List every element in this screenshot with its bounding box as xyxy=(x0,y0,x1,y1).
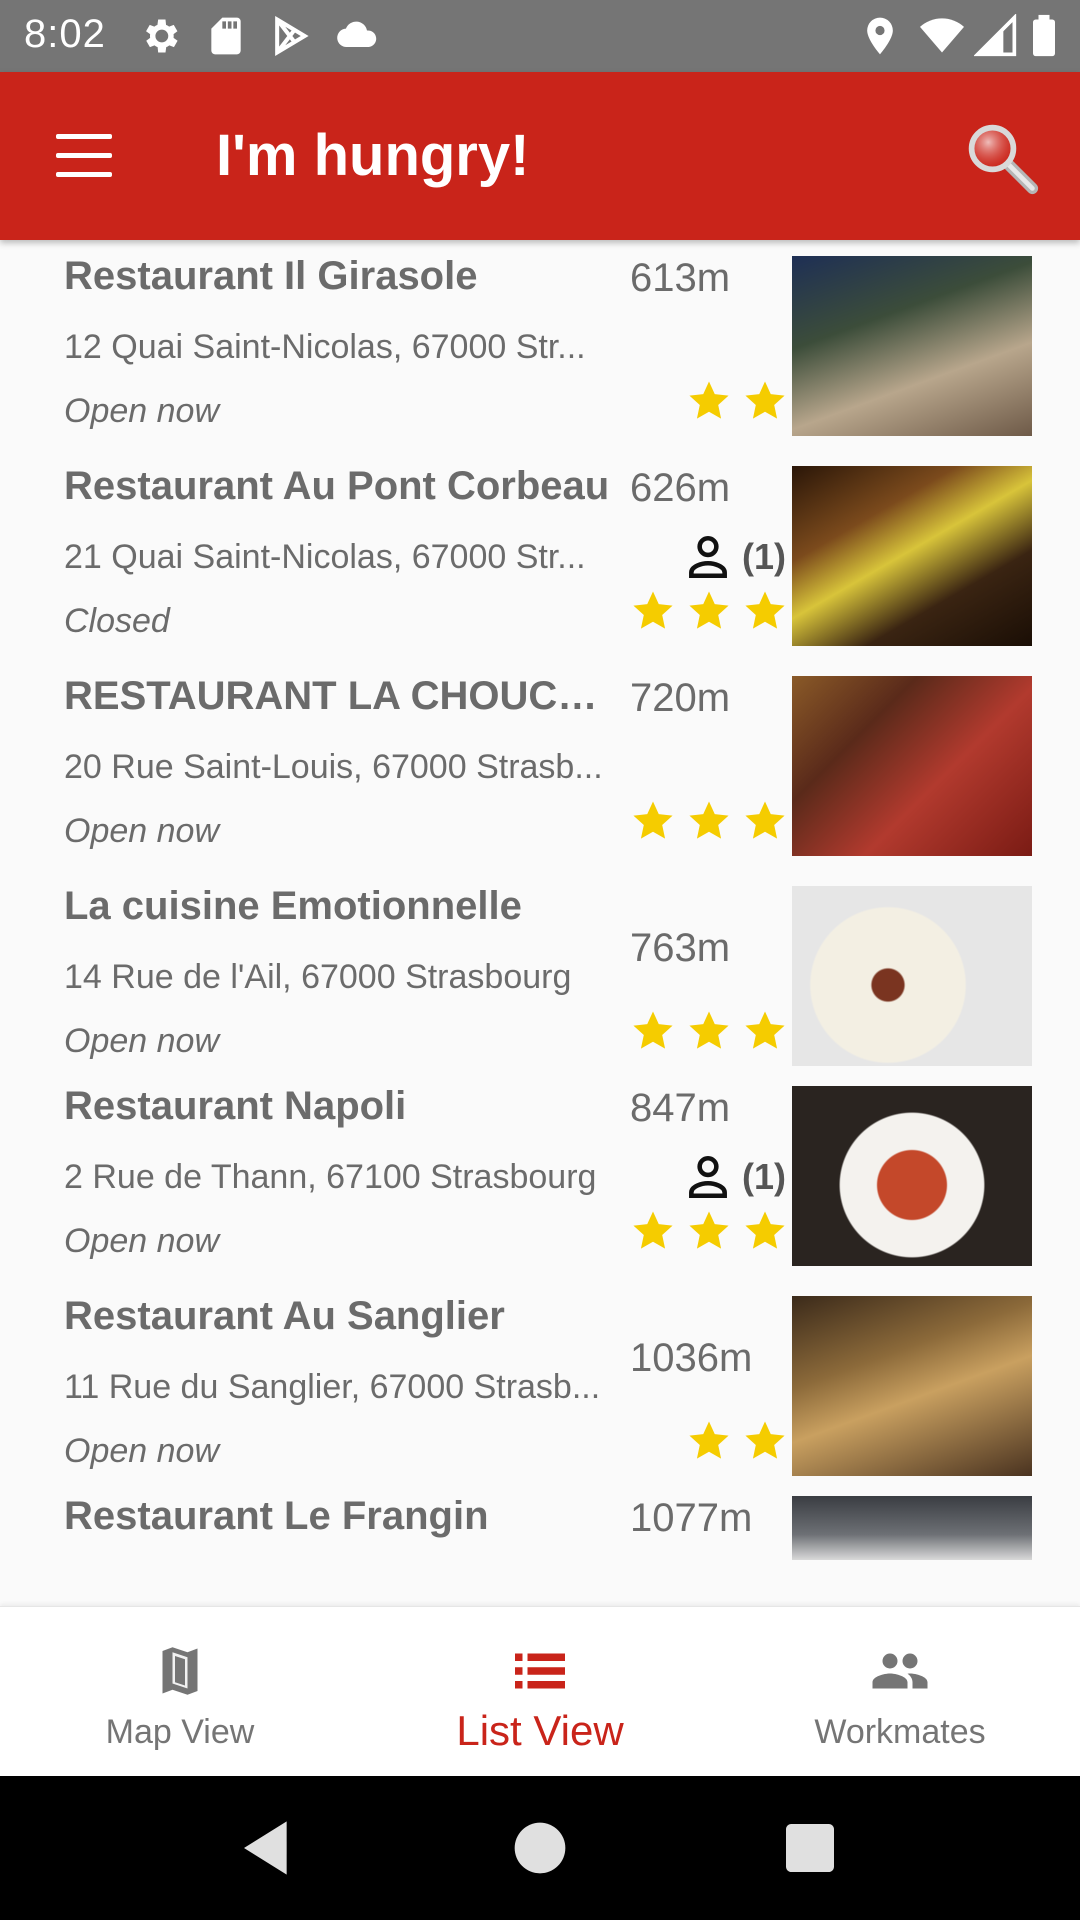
nav-map-view[interactable]: Map View xyxy=(0,1607,360,1777)
star-icon xyxy=(742,378,788,424)
play-store-icon xyxy=(275,15,309,57)
restaurant-list-item[interactable]: La cuisine Emotionnelle 14 Rue de l'Ail, … xyxy=(0,872,1080,1066)
restaurant-photo xyxy=(792,1086,1032,1266)
list-icon xyxy=(515,1653,565,1689)
restaurant-distance: 763m xyxy=(630,926,731,970)
star-icon xyxy=(686,1208,732,1254)
rating-stars xyxy=(686,1418,788,1464)
star-icon xyxy=(742,1418,788,1464)
workmate-icon xyxy=(689,535,727,579)
restaurant-photo xyxy=(792,256,1032,436)
hamburger-menu-icon[interactable] xyxy=(56,134,112,178)
restaurant-list-item[interactable]: Restaurant Il Girasole 12 Quai Saint-Nico… xyxy=(0,242,1080,436)
restaurant-name: Restaurant Napoli xyxy=(64,1084,407,1128)
star-icon xyxy=(686,1008,732,1054)
people-icon xyxy=(872,1653,928,1689)
restaurant-distance: 626m xyxy=(630,466,731,510)
battery-icon xyxy=(1033,14,1055,57)
star-icon xyxy=(742,588,788,634)
star-icon xyxy=(630,588,676,634)
cloud-icon xyxy=(337,21,377,48)
restaurant-hours: Open now xyxy=(64,812,219,850)
map-icon xyxy=(162,1647,198,1695)
star-icon xyxy=(630,798,676,844)
restaurant-photo xyxy=(792,1296,1032,1476)
restaurant-name: Restaurant Le Frangin xyxy=(64,1494,489,1538)
restaurant-hours: Closed xyxy=(64,602,170,640)
star-icon xyxy=(742,1008,788,1054)
wifi-icon xyxy=(920,18,964,53)
back-icon[interactable] xyxy=(236,1816,300,1880)
restaurant-address: 14 Rue de l'Ail, 67000 Strasbourg xyxy=(64,958,572,996)
workmates-count: (1) xyxy=(682,1152,786,1202)
restaurant-name: RESTAURANT LA CHOUCR... xyxy=(64,674,612,718)
status-time: 8:02 xyxy=(24,12,106,56)
restaurant-distance: 1036m xyxy=(630,1336,753,1380)
workmate-icon xyxy=(689,1155,727,1199)
restaurant-distance: 847m xyxy=(630,1086,731,1130)
rating-stars xyxy=(686,378,788,424)
workmates-count-label: (1) xyxy=(742,1156,786,1197)
bottom-navigation: Map View List View Workmates xyxy=(0,1606,1080,1776)
restaurant-photo xyxy=(792,466,1032,646)
restaurant-list-item[interactable]: RESTAURANT LA CHOUCR... 20 Rue Saint-Loui… xyxy=(0,662,1080,856)
recents-icon[interactable] xyxy=(778,1816,842,1880)
nav-label-map-view: Map View xyxy=(105,1713,255,1751)
restaurant-list-item[interactable]: Restaurant Le Frangin 1077m xyxy=(0,1482,1080,1606)
rating-stars xyxy=(630,1008,788,1054)
restaurant-address: 21 Quai Saint-Nicolas, 67000 Str... xyxy=(64,538,586,576)
restaurant-photo xyxy=(792,1496,1032,1560)
star-icon xyxy=(686,1418,732,1464)
workmates-count: (1) xyxy=(682,532,786,582)
restaurant-name: La cuisine Emotionnelle xyxy=(64,884,522,928)
restaurant-distance: 720m xyxy=(630,676,731,720)
star-icon xyxy=(686,588,732,634)
nav-label-workmates: Workmates xyxy=(814,1713,986,1751)
home-icon[interactable] xyxy=(508,1816,572,1880)
star-icon xyxy=(630,1208,676,1254)
restaurant-list[interactable]: Restaurant Il Girasole 12 Quai Saint-Nico… xyxy=(0,240,1080,1606)
search-icon[interactable] xyxy=(964,120,1040,196)
status-bar: 8:02 xyxy=(0,0,1080,72)
restaurant-address: 20 Rue Saint-Louis, 67000 Strasb... xyxy=(64,748,603,786)
app-bar: I'm hungry! xyxy=(0,72,1080,240)
sd-card-icon xyxy=(211,17,241,55)
rating-stars xyxy=(630,588,788,634)
star-icon xyxy=(630,1008,676,1054)
restaurant-photo xyxy=(792,676,1032,856)
restaurant-hours: Open now xyxy=(64,1222,219,1260)
restaurant-name: Restaurant Au Pont Corbeau xyxy=(64,464,610,508)
star-icon xyxy=(686,378,732,424)
restaurant-list-item[interactable]: Restaurant Au Sanglier 11 Rue du Sanglier… xyxy=(0,1282,1080,1476)
star-icon xyxy=(742,1208,788,1254)
app-title: I'm hungry! xyxy=(216,123,530,188)
restaurant-address: 2 Rue de Thann, 67100 Strasbourg xyxy=(64,1158,597,1196)
restaurant-distance: 613m xyxy=(630,256,731,300)
restaurant-hours: Open now xyxy=(64,392,219,430)
restaurant-list-item[interactable]: Restaurant Napoli 2 Rue de Thann, 67100 S… xyxy=(0,1072,1080,1266)
star-icon xyxy=(686,798,732,844)
rating-stars xyxy=(630,1208,788,1254)
star-icon xyxy=(742,798,788,844)
nav-label-list-view: List View xyxy=(456,1707,624,1754)
restaurant-name: Restaurant Il Girasole xyxy=(64,254,478,298)
restaurant-distance: 1077m xyxy=(630,1496,753,1540)
rating-stars xyxy=(630,798,788,844)
location-icon xyxy=(867,17,893,55)
restaurant-photo xyxy=(792,886,1032,1066)
system-navigation-bar xyxy=(0,1776,1080,1920)
restaurant-hours: Open now xyxy=(64,1022,219,1060)
nav-list-view[interactable]: List View xyxy=(360,1607,720,1777)
nav-workmates[interactable]: Workmates xyxy=(720,1607,1080,1777)
restaurant-hours: Open now xyxy=(64,1432,219,1470)
restaurant-list-item[interactable]: Restaurant Au Pont Corbeau 21 Quai Saint-… xyxy=(0,452,1080,646)
workmates-count-label: (1) xyxy=(742,536,786,577)
gear-icon xyxy=(146,19,178,53)
restaurant-address: 11 Rue du Sanglier, 67000 Strasb... xyxy=(64,1368,601,1406)
signal-icon xyxy=(974,14,1017,57)
restaurant-name: Restaurant Au Sanglier xyxy=(64,1294,505,1338)
restaurant-address: 12 Quai Saint-Nicolas, 67000 Str... xyxy=(64,328,586,366)
